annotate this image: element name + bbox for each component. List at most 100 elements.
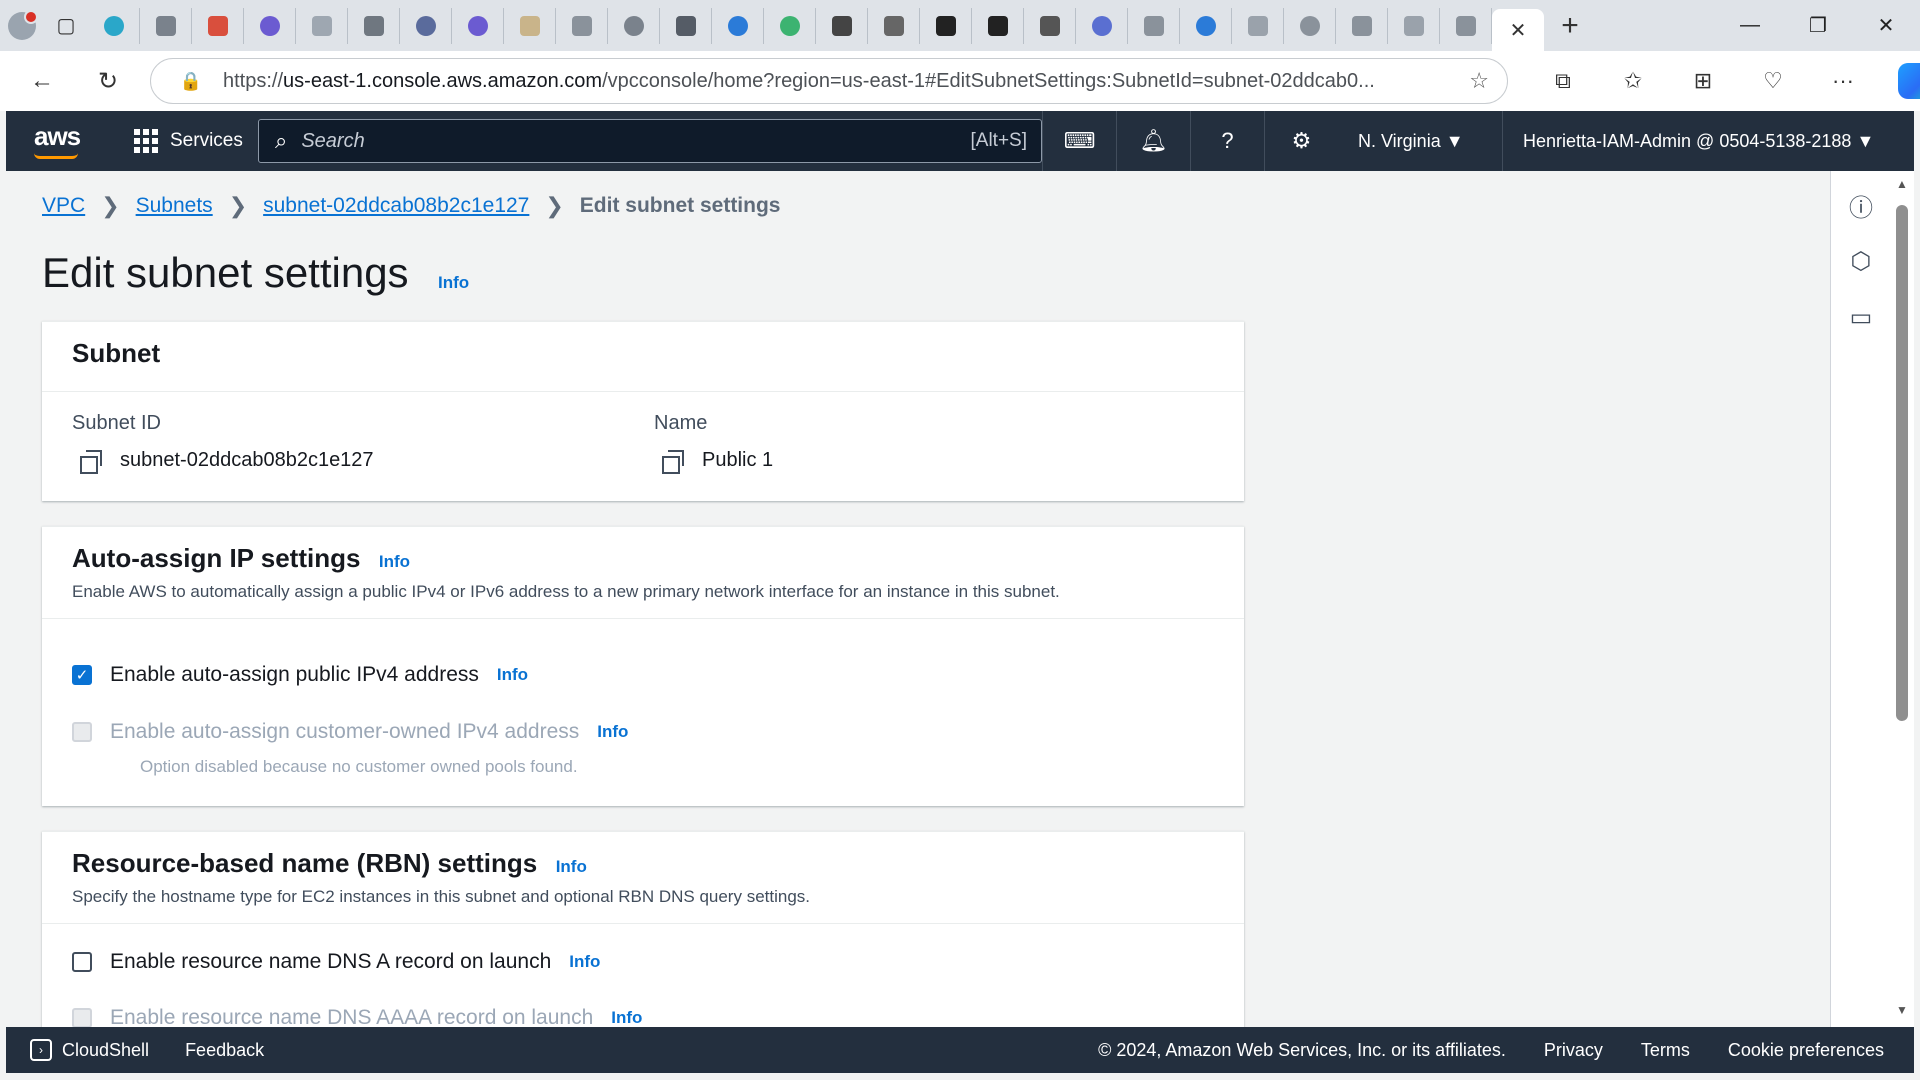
dns-a-record-option[interactable]: Enable resource name DNS A record on lau… — [72, 950, 600, 974]
search-shortcut: [Alt+S] — [970, 130, 1028, 151]
tab-favicon-icon — [935, 15, 956, 36]
browser-tab[interactable] — [764, 7, 816, 44]
cloudshell-button[interactable]: ⌨ — [1042, 111, 1116, 171]
cookie-preferences-link[interactable]: Cookie preferences — [1728, 1040, 1884, 1061]
help-button[interactable]: ? — [1190, 111, 1264, 171]
browser-tab[interactable] — [1440, 7, 1492, 44]
new-tab-button[interactable]: + — [1544, 8, 1596, 44]
browser-tab[interactable] — [452, 7, 504, 44]
browser-tab[interactable] — [1284, 7, 1336, 44]
dns-a-record-checkbox[interactable] — [72, 952, 92, 972]
auto-assign-ipv4-info-link[interactable]: Info — [497, 665, 528, 685]
close-window-button[interactable]: ✕ — [1852, 0, 1920, 51]
browser-tab[interactable] — [504, 7, 556, 44]
reload-button[interactable]: ↻ — [86, 59, 130, 103]
browser-tab[interactable] — [608, 7, 660, 44]
rbn-settings-info-link[interactable]: Info — [556, 857, 587, 876]
feedback-link[interactable]: Feedback — [185, 1040, 264, 1061]
browser-tab[interactable] — [1232, 7, 1284, 44]
terms-link[interactable]: Terms — [1641, 1040, 1690, 1061]
back-button[interactable]: ← — [20, 59, 64, 103]
collections-icon[interactable]: ⊞ — [1668, 68, 1738, 94]
browser-tab[interactable] — [868, 7, 920, 44]
aws-search-input[interactable]: ⌕ Search [Alt+S] — [258, 119, 1042, 163]
browser-tab[interactable] — [192, 7, 244, 44]
browser-tab[interactable] — [140, 7, 192, 44]
chevron-right-icon: ❯ — [545, 193, 564, 218]
browser-extension-area: ⧉ ✩ ⊞ ♡ ··· — [1528, 51, 1920, 111]
browser-tab[interactable] — [1180, 7, 1232, 44]
avatar-icon — [8, 9, 38, 40]
customer-owned-ipv4-info-link[interactable]: Info — [597, 722, 628, 742]
settings-button[interactable]: ⚙ — [1264, 111, 1338, 171]
tools-panel-button[interactable]: ⬡ — [1831, 233, 1891, 289]
browser-toolbar: ← ↻ 🔒 https://us-east-1.console.aws.amaz… — [0, 51, 1920, 111]
browser-tab[interactable] — [1076, 7, 1128, 44]
breadcrumb-vpc[interactable]: VPC — [42, 194, 85, 218]
scrollbar-thumb[interactable] — [1896, 205, 1908, 721]
dns-a-record-info-link[interactable]: Info — [569, 952, 600, 972]
breadcrumb-subnets[interactable]: Subnets — [136, 194, 213, 218]
tab-favicon-icon — [1091, 15, 1112, 36]
customer-owned-ipv4-hint: Option disabled because no customer owne… — [140, 757, 578, 776]
presentation-icon: ▭ — [1849, 303, 1873, 331]
page-scrollbar[interactable]: ▲ ▼ — [1890, 171, 1914, 1027]
browser-essentials-icon[interactable]: ♡ — [1738, 68, 1808, 94]
services-menu-button[interactable]: Services — [134, 129, 243, 153]
breadcrumb-subnet-id[interactable]: subnet-02ddcab08b2c1e127 — [263, 194, 529, 218]
auto-assign-ip-info-link[interactable]: Info — [379, 552, 410, 571]
tab-favicon-icon — [1299, 15, 1320, 36]
minimize-icon: — — [1740, 14, 1760, 36]
browser-tab[interactable] — [348, 7, 400, 44]
auto-assign-ipv4-checkbox[interactable]: ✓ — [72, 665, 92, 685]
cloudshell-footer-button[interactable]: › CloudShell — [30, 1039, 149, 1061]
favorites-icon[interactable]: ✩ — [1598, 68, 1668, 94]
browser-tab[interactable] — [1388, 7, 1440, 44]
scroll-down-icon[interactable]: ▼ — [1896, 1003, 1908, 1017]
dns-aaaa-record-info-link[interactable]: Info — [611, 1008, 642, 1027]
auto-assign-ipv4-option[interactable]: ✓ Enable auto-assign public IPv4 address… — [72, 663, 528, 687]
extensions-icon[interactable]: ⧉ — [1528, 68, 1598, 94]
browser-tab[interactable] — [1336, 7, 1388, 44]
copy-icon[interactable] — [80, 449, 102, 474]
browser-tab[interactable] — [1024, 7, 1076, 44]
subnet-panel: Subnet Subnet ID subnet-02ddcab08b2c1e12… — [42, 321, 1244, 501]
restore-button[interactable]: ❐ — [1784, 0, 1852, 51]
account-menu[interactable]: Henrietta-IAM-Admin @ 0504-5138-2188 ▼ — [1502, 111, 1874, 171]
copilot-icon[interactable] — [1898, 63, 1920, 99]
close-icon: ✕ — [1877, 15, 1895, 37]
tab-actions-button[interactable]: ▢ — [44, 0, 88, 51]
browser-tab[interactable] — [400, 7, 452, 44]
tutorial-panel-button[interactable]: ▭ — [1831, 289, 1891, 345]
browser-tab[interactable] — [712, 7, 764, 44]
tab-actions-icon: ▢ — [56, 15, 76, 37]
minimize-button[interactable]: — — [1716, 0, 1784, 51]
browser-tab[interactable] — [556, 7, 608, 44]
tab-favicon-icon — [675, 15, 696, 36]
browser-tab[interactable] — [1128, 7, 1180, 44]
dns-aaaa-record-option: Enable resource name DNS AAAA record on … — [72, 1006, 642, 1027]
favorite-star-icon[interactable]: ☆ — [1469, 68, 1489, 94]
scroll-up-icon[interactable]: ▲ — [1896, 177, 1908, 191]
aws-logo[interactable]: aws — [30, 111, 120, 171]
info-panel-button[interactable]: ⓘ — [1831, 177, 1891, 233]
browser-tab[interactable] — [920, 7, 972, 44]
browser-tab[interactable] — [816, 7, 868, 44]
profile-button[interactable] — [0, 0, 44, 51]
region-selector[interactable]: N. Virginia ▼ — [1358, 111, 1464, 171]
tab-favicon-icon — [883, 15, 904, 36]
copy-icon[interactable] — [662, 449, 684, 474]
browser-tab[interactable] — [660, 7, 712, 44]
more-options-icon[interactable]: ··· — [1808, 68, 1878, 94]
tab-favicon-icon — [779, 15, 800, 36]
page-info-link[interactable]: Info — [438, 273, 469, 293]
browser-tab[interactable] — [296, 7, 348, 44]
privacy-link[interactable]: Privacy — [1544, 1040, 1603, 1061]
address-bar[interactable]: 🔒 https://us-east-1.console.aws.amazon.c… — [150, 58, 1508, 104]
browser-tab[interactable] — [88, 7, 140, 44]
browser-tab[interactable] — [972, 7, 1024, 44]
active-tab-close-button[interactable]: ✕ — [1492, 9, 1544, 51]
close-icon: ✕ — [1509, 19, 1527, 42]
browser-tab[interactable] — [244, 7, 296, 44]
notifications-button[interactable]: 🔔︎ — [1116, 111, 1190, 171]
